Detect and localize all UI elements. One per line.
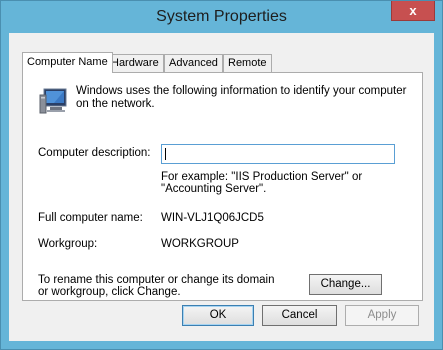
full-computer-name-label: Full computer name: bbox=[38, 212, 143, 224]
tab-advanced[interactable]: Advanced bbox=[164, 54, 223, 72]
tab-remote[interactable]: Remote bbox=[223, 54, 272, 72]
text-caret bbox=[165, 148, 166, 160]
computer-description-input[interactable] bbox=[161, 144, 395, 164]
window-title: System Properties bbox=[156, 8, 287, 25]
tab-computer-name[interactable]: Computer Name bbox=[22, 52, 113, 73]
intro-text: Windows uses the following information t… bbox=[76, 85, 407, 110]
rename-instructions: To rename this computer or change its do… bbox=[38, 274, 275, 298]
full-computer-name-value: WIN-VLJ1Q06JCD5 bbox=[161, 212, 264, 224]
dialog-client-area: Hardware Advanced Remote Computer Name W… bbox=[9, 33, 434, 341]
change-button[interactable]: Change... bbox=[309, 274, 382, 295]
computer-description-label: Computer description: bbox=[38, 147, 151, 159]
apply-button[interactable]: Apply bbox=[345, 305, 419, 326]
description-example-text: For example: "IIS Production Server" or … bbox=[161, 171, 363, 195]
workgroup-value: WORKGROUP bbox=[161, 238, 239, 250]
system-properties-window: System Properties x Hardware Advanced Re… bbox=[0, 0, 443, 350]
close-button[interactable]: x bbox=[391, 1, 435, 21]
title-bar[interactable]: System Properties x bbox=[1, 1, 442, 33]
computer-name-panel: Windows uses the following information t… bbox=[22, 72, 423, 301]
computer-icon bbox=[39, 88, 67, 114]
workgroup-label: Workgroup: bbox=[38, 238, 98, 250]
ok-button[interactable]: OK bbox=[182, 305, 254, 326]
tab-hardware[interactable]: Hardware bbox=[106, 54, 164, 72]
cancel-button[interactable]: Cancel bbox=[262, 305, 337, 326]
